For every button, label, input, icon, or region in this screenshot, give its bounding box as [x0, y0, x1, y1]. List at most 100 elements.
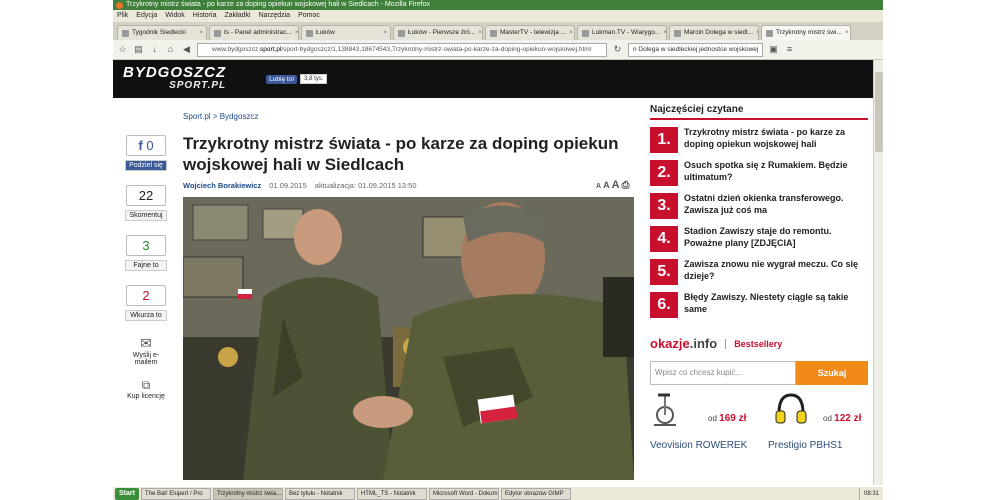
menu-historia[interactable]: Historia	[193, 10, 217, 22]
item-title[interactable]: Trzykrotny mistrz świata - po karze za d…	[684, 127, 870, 150]
font-medium-button[interactable]: A	[603, 180, 610, 190]
tab-label: Lukman.TV - Wiarygo...	[592, 29, 661, 36]
close-icon[interactable]: ×	[383, 26, 387, 40]
reload-icon[interactable]: ↻	[612, 44, 623, 55]
menu-zakladki[interactable]: Zakładki	[224, 10, 250, 22]
tab-google[interactable]: Marcin Dolega w siedl...×	[669, 25, 759, 40]
comment-button[interactable]: Skomentuj	[125, 210, 167, 221]
item-title[interactable]: Ostatni dzień okienka transferowego. Zaw…	[684, 193, 870, 216]
list-item[interactable]: 6. Błędy Zawiszy. Niestety ciągle są taki…	[650, 292, 870, 325]
okazje-logo[interactable]: okazje.info	[650, 336, 717, 351]
list-item[interactable]: 4. Stadion Zawiszy staje do remontu. Powa…	[650, 226, 870, 259]
search-bar[interactable]: n Dolega w siedleckiej jednostce wojskow…	[628, 42, 763, 57]
item-title[interactable]: Zawisza znowu nie wygrał meczu. Co się d…	[684, 259, 870, 282]
taskbar-item[interactable]: HTML_TS - Notatnik	[356, 487, 427, 500]
share-panel: f 0 Podziel się 22 Skomentuj 3 Fajne to …	[121, 135, 171, 400]
product-card[interactable]: od 169 zł Veovision ROWEREK	[650, 391, 760, 451]
email-link[interactable]: Wyślij e-mailem	[126, 352, 166, 366]
close-icon[interactable]: ×	[295, 26, 298, 40]
taskbar: Start The Bat! Elupert / Pro Trzykrotny …	[113, 486, 883, 500]
most-read-title: Najczęściej czytane	[650, 104, 744, 115]
favicon-icon	[582, 29, 589, 37]
close-icon[interactable]: ×	[569, 26, 573, 40]
menu-icon[interactable]: ≡	[784, 44, 795, 55]
license-link[interactable]: Kup licencję	[126, 393, 166, 400]
rank-badge: 5.	[650, 259, 678, 285]
font-large-button[interactable]: A	[612, 179, 620, 191]
back-icon[interactable]: ◀	[181, 44, 192, 55]
url-bar[interactable]: www.bydgoszcz.sport.pl/sport-bydgoszcz/1…	[197, 42, 607, 57]
license-icon[interactable]: ⧉	[142, 378, 151, 393]
download-icon[interactable]: ↓	[149, 44, 160, 55]
home-icon[interactable]: ⌂	[165, 44, 176, 55]
rank-badge: 3.	[650, 193, 678, 219]
menu-edycja[interactable]: Edycja	[136, 10, 157, 22]
tab-panel[interactable]: ts - Panel administrac... ×	[209, 25, 299, 40]
nav-bar: ☆ ▤ ↓ ⌂ ◀ www.bydgoszcz.sport.pl/sport-b…	[113, 40, 883, 60]
vertical-scrollbar[interactable]	[873, 60, 883, 485]
close-icon[interactable]: ×	[663, 26, 666, 40]
article-meta: Wojciech Borakiewicz 01.09.2015 aktualiz…	[183, 181, 417, 190]
soldiers-handshake-photo	[183, 197, 634, 480]
fb-like-button[interactable]: Lubię to!	[266, 74, 298, 84]
menu-widok[interactable]: Widok	[165, 10, 184, 22]
start-button[interactable]: Start	[115, 487, 139, 500]
price-value: 122 zł	[834, 413, 862, 424]
article-date: 01.09.2015	[269, 181, 307, 190]
tab-lukmantv[interactable]: Lukman.TV - Wiarygo... ×	[577, 25, 667, 40]
font-small-button[interactable]: A	[596, 183, 601, 190]
taskbar-item[interactable]: The Bat! Elupert / Pro	[140, 487, 211, 500]
taskbar-item[interactable]: Edytor obrazów GIMP	[500, 487, 571, 500]
close-icon[interactable]: ×	[478, 26, 482, 40]
site-logo[interactable]: BYDGOSZCZ SPORT.PL	[123, 65, 226, 92]
item-title[interactable]: Stadion Zawiszy staje do remontu. Poważn…	[684, 226, 870, 249]
menu-pomoc[interactable]: Pomoc	[298, 10, 320, 22]
tab-tygodnik[interactable]: Tygodnik Siedlecki ×	[117, 25, 207, 40]
menu-plik[interactable]: Plik	[117, 10, 128, 22]
bookmark-star-icon[interactable]: ☆	[117, 44, 128, 55]
share-button[interactable]: Podziel się	[125, 160, 167, 171]
taskbar-item[interactable]: Microsoft Word - Dokum...	[428, 487, 499, 500]
list-item[interactable]: 1. Trzykrotny mistrz świata - po karze za…	[650, 127, 870, 160]
section-divider	[650, 118, 868, 120]
product-card[interactable]: od 122 zł Prestigio PBHS1	[768, 391, 873, 451]
print-icon[interactable]: ⎙	[622, 180, 630, 191]
close-icon[interactable]: ×	[756, 26, 758, 40]
list-item[interactable]: 2. Osuch spotka się z Rumakiem. Będzie ul…	[650, 160, 870, 193]
dislikes-count: 2	[126, 285, 166, 306]
tab-lukow[interactable]: Łuków ×	[301, 25, 391, 40]
taskbar-item[interactable]: Bez tytułu - Notatnik	[284, 487, 355, 500]
author-link[interactable]: Wojciech Borakiewicz	[183, 181, 261, 190]
okazje-search: Wpisz co chcesz kupić... Szukaj	[650, 361, 868, 385]
item-title[interactable]: Błędy Zawiszy. Niestety ciągle są takie …	[684, 292, 870, 315]
okazje-search-input[interactable]: Wpisz co chcesz kupić...	[650, 361, 796, 385]
crumb-sport[interactable]: Sport.pl	[183, 112, 211, 121]
okazje-search-button[interactable]: Szukaj	[796, 361, 868, 385]
tab-mastertv[interactable]: MasterTV - telewizja ... ×	[485, 25, 575, 40]
crumb-bydgoszcz[interactable]: Bydgoszcz	[220, 112, 259, 121]
dislike-button[interactable]: Wkurza to	[125, 310, 167, 321]
list-item[interactable]: 5. Zawisza znowu nie wygrał meczu. Co się…	[650, 259, 870, 292]
okazje-suffix: .info	[689, 336, 718, 351]
product-name[interactable]: Prestigio PBHS1	[768, 439, 868, 452]
menu-narzedzia[interactable]: Narzędzia	[259, 10, 291, 22]
close-icon[interactable]: ×	[199, 26, 203, 40]
item-title[interactable]: Osuch spotka się z Rumakiem. Będzie ulti…	[684, 160, 870, 183]
comments-count: 22	[126, 185, 166, 206]
bestsellers-label[interactable]: Bestsellery	[725, 338, 782, 349]
like-button[interactable]: Fajne to	[125, 260, 167, 271]
close-icon[interactable]: ×	[845, 26, 849, 40]
favicon-icon	[398, 29, 405, 37]
tab-active[interactable]: Trzykrotny mistrz świ... ×	[761, 25, 851, 40]
list-item[interactable]: 3. Ostatni dzień okienka transferowego. Z…	[650, 193, 870, 226]
tab-lukow-zrodlo[interactable]: Łuków - Pierwsze źró... ×	[393, 25, 483, 40]
browser-window: Trzykrotny mistrz świata - po karze za d…	[113, 0, 883, 500]
addon-icon[interactable]: ▣	[768, 44, 779, 55]
email-icon[interactable]: ✉	[140, 335, 152, 352]
favicon-icon	[306, 29, 313, 37]
site-header: BYDGOSZCZ SPORT.PL Lubię to! 3,8 tys.	[113, 60, 873, 98]
bookmarks-icon[interactable]: ▤	[133, 44, 144, 55]
taskbar-item[interactable]: Trzykrotny mistrz świa...	[212, 487, 283, 500]
scroll-thumb[interactable]	[875, 72, 883, 152]
product-name[interactable]: Veovision ROWEREK	[650, 439, 750, 452]
